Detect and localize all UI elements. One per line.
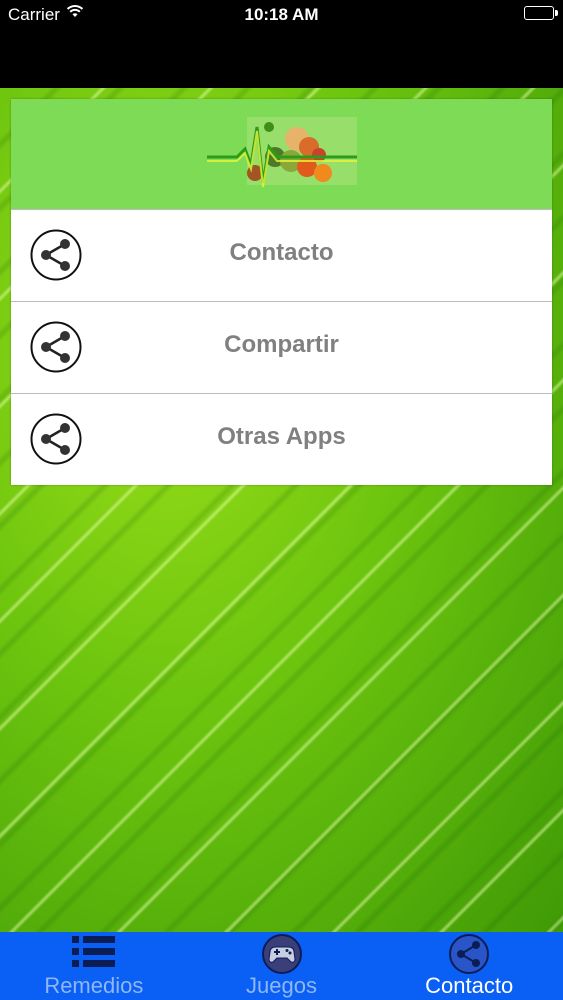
tab-remedios[interactable]: Remedios — [0, 932, 188, 1000]
clock: 10:18 AM — [244, 5, 319, 24]
tab-bar: Remedios Juegos Contacto — [0, 932, 563, 1000]
menu-item-compartir[interactable]: Compartir — [11, 302, 552, 394]
status-bar: Carrier 10:18 AM — [0, 0, 563, 88]
tab-label: Remedios — [44, 973, 144, 998]
tab-juegos[interactable]: Juegos — [188, 932, 376, 1000]
menu-item-label: Contacto — [229, 239, 334, 266]
battery-icon — [524, 6, 558, 20]
menu-item-otras-apps[interactable]: Otras Apps — [11, 394, 552, 485]
tab-label: Contacto — [425, 973, 514, 998]
main-content: Contacto Compartir Otras Apps — [0, 88, 563, 932]
list-icon — [71, 934, 117, 975]
menu-item-label: Compartir — [224, 331, 339, 358]
menu-item-contacto[interactable]: Contacto — [11, 210, 552, 302]
tab-contacto[interactable]: Contacto — [375, 932, 563, 1000]
contact-menu: Contacto Compartir Otras Apps — [11, 99, 552, 485]
health-food-logo-icon — [207, 117, 357, 188]
menu-item-label: Otras Apps — [217, 423, 346, 450]
tab-label: Juegos — [246, 973, 317, 998]
menu-header — [11, 99, 552, 210]
